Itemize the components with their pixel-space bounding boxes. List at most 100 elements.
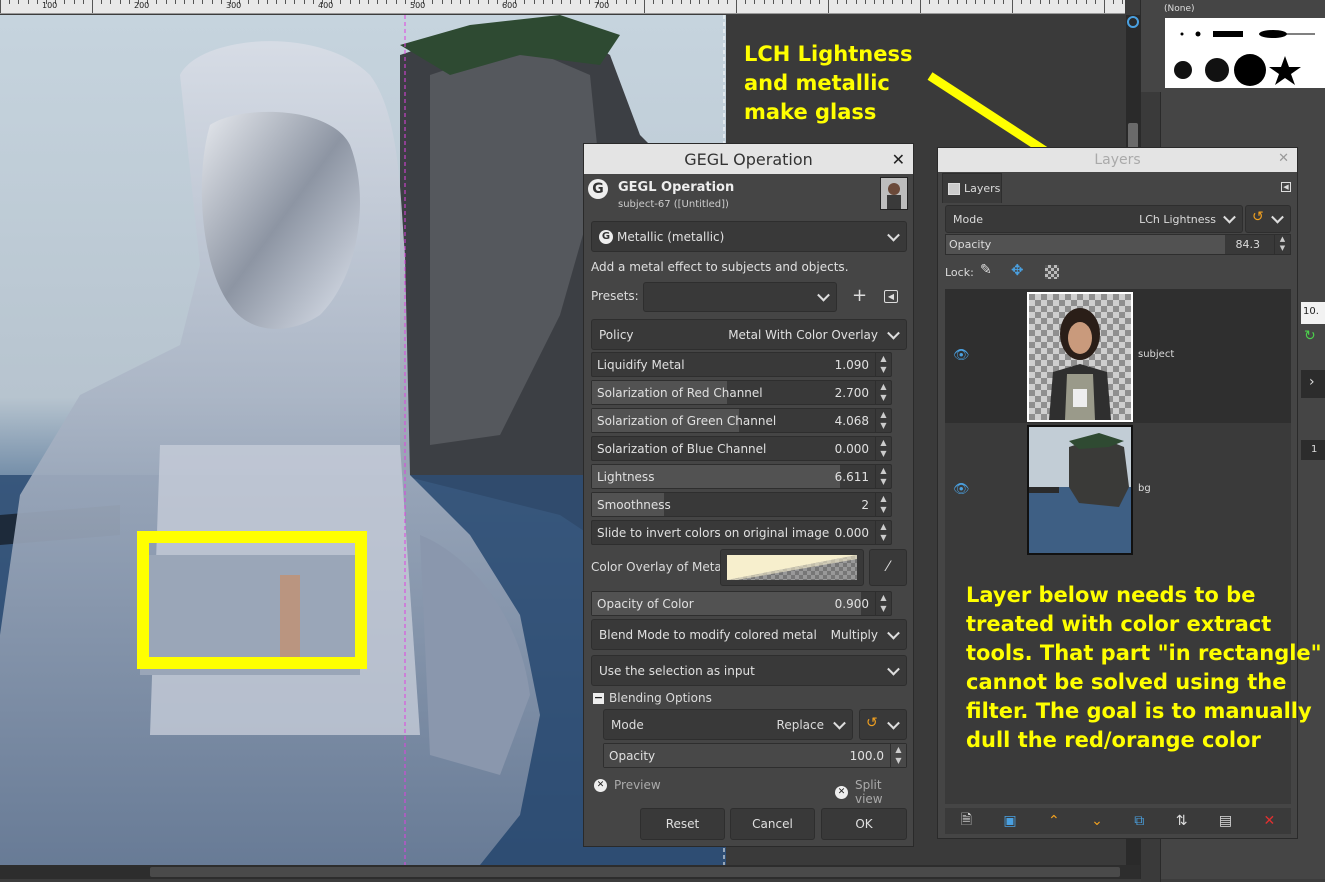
composite-mode-button[interactable]: ↺ xyxy=(859,709,907,740)
color-picker-icon[interactable]: ⁄ xyxy=(869,549,907,586)
layer-thumbnail xyxy=(880,177,908,210)
operation-combo[interactable]: G Metallic (metallic) xyxy=(591,221,907,252)
eye-icon[interactable]: 👁 xyxy=(953,482,970,497)
duplicate-layer-icon[interactable]: ⧉ xyxy=(1134,813,1144,829)
dialog-titlebar[interactable]: GEGL Operation ✕ xyxy=(584,144,913,174)
gegl-operation-dialog: GEGL Operation ✕ G GEGL Operation subjec… xyxy=(583,143,914,847)
ruler-tick xyxy=(846,0,848,4)
raise-layer-icon[interactable]: ⌃ xyxy=(1048,813,1060,829)
lock-label: Lock: xyxy=(945,266,974,279)
spin-buttons[interactable]: ▲ ▼ xyxy=(875,493,891,516)
presets-label: Presets: xyxy=(591,289,639,303)
spin-buttons[interactable]: ▲ ▼ xyxy=(875,465,891,488)
dialog-title: GEGL Operation xyxy=(684,149,813,169)
layer-row[interactable]: 👁 bg xyxy=(945,423,1291,557)
param-slider[interactable]: Smoothness 2 ▲ ▼ xyxy=(591,492,892,517)
eye-icon[interactable]: 👁 xyxy=(953,348,970,363)
layer-composite-button[interactable]: ↺ xyxy=(1245,205,1291,233)
new-group-icon[interactable]: ▣ xyxy=(1003,813,1016,829)
hscroll-thumb[interactable] xyxy=(150,867,1120,877)
ok-button[interactable]: OK xyxy=(821,808,907,840)
ruler-tick xyxy=(1076,0,1078,4)
spin-buttons[interactable]: ▲ ▼ xyxy=(875,521,891,544)
add-preset-icon[interactable]: + xyxy=(852,285,867,306)
slider-label: Solarization of Blue Channel xyxy=(597,441,767,456)
close-icon[interactable]: ✕ xyxy=(1278,151,1289,166)
merge-layer-icon[interactable]: ⇅ xyxy=(1176,813,1188,829)
policy-combo[interactable]: Policy Metal With Color Overlay xyxy=(591,319,907,350)
ruler-tick xyxy=(156,0,158,4)
ruler-tick xyxy=(450,0,452,4)
refresh-icon[interactable]: ↻ xyxy=(1304,328,1316,344)
delete-layer-icon[interactable]: ✕ xyxy=(1263,813,1275,829)
opacity-of-color-slider[interactable]: Opacity of Color 0.900 ▲ ▼ xyxy=(591,591,892,616)
layer-name[interactable]: subject xyxy=(1138,349,1174,360)
chevron-down-icon xyxy=(1223,210,1236,224)
layers-titlebar[interactable]: Layers ✕ xyxy=(938,148,1297,172)
preview-checkbox[interactable]: ✕ Preview xyxy=(594,778,661,792)
checkbox-icon: ✕ xyxy=(594,778,607,792)
collapse-icon[interactable]: − xyxy=(593,692,604,704)
presets-combo[interactable] xyxy=(643,282,837,312)
ruler-tick xyxy=(699,0,701,4)
layer-thumbnail[interactable] xyxy=(1027,425,1133,555)
layer-name[interactable]: bg xyxy=(1138,483,1151,494)
lock-alpha-icon[interactable] xyxy=(1045,265,1059,279)
ruler-tick xyxy=(349,0,351,4)
mode-combo[interactable]: Mode Replace xyxy=(603,709,853,740)
param-slider[interactable]: Solarization of Red Channel 2.700 ▲ ▼ xyxy=(591,380,892,405)
layer-thumbnail[interactable] xyxy=(1027,292,1133,422)
ruler-tick xyxy=(1039,0,1041,4)
ruler-tick xyxy=(763,0,765,4)
spin-buttons[interactable]: ▲ ▼ xyxy=(875,437,891,460)
new-layer-icon[interactable]: 🗎 xyxy=(961,809,972,833)
spin-buttons[interactable]: ▲ ▼ xyxy=(890,744,906,767)
chevron-down-icon xyxy=(833,716,846,730)
split-view-checkbox[interactable]: ✕ Split view xyxy=(835,778,913,806)
ruler-tick xyxy=(128,0,130,4)
lock-pixels-icon[interactable]: ✎ xyxy=(980,262,992,278)
spin-buttons[interactable]: ▲ ▼ xyxy=(1274,235,1290,254)
selection-input-combo[interactable]: Use the selection as input xyxy=(591,655,907,686)
blending-options-label[interactable]: Blending Options xyxy=(609,691,712,705)
chevron-right-icon[interactable]: › xyxy=(1301,370,1325,398)
lock-position-icon[interactable]: ✥ xyxy=(1011,261,1024,279)
ruler-tick xyxy=(119,0,121,4)
spin-buttons[interactable]: ▲ ▼ xyxy=(875,409,891,432)
ruler-tick xyxy=(726,0,728,4)
horizontal-ruler[interactable]: 100 200 300 400 500 600 700 xyxy=(0,0,1125,14)
brush-grid[interactable] xyxy=(1165,18,1325,88)
param-slider[interactable]: Slide to invert colors on original image… xyxy=(591,520,892,545)
mode-label: Mode xyxy=(953,212,983,226)
ruler-tick xyxy=(708,0,710,4)
opacity-slider[interactable]: Opacity 100.0 ▲ ▼ xyxy=(603,743,907,768)
horizontal-scrollbar[interactable] xyxy=(0,865,1140,879)
dock-value-field[interactable]: 10. xyxy=(1301,302,1325,324)
layer-opacity-slider[interactable]: Opacity 84.3 ▲ ▼ xyxy=(945,234,1291,255)
tab-layers[interactable]: Layers xyxy=(942,173,1002,203)
tab-menu-icon[interactable]: ◀ xyxy=(1281,182,1291,192)
cancel-button[interactable]: Cancel xyxy=(730,808,815,840)
ruler-tick xyxy=(947,0,949,4)
preset-menu-icon[interactable]: ◀ xyxy=(884,290,898,303)
param-slider[interactable]: Solarization of Green Channel 4.068 ▲ ▼ xyxy=(591,408,892,433)
param-slider[interactable]: Liquidify Metal 1.090 ▲ ▼ xyxy=(591,352,892,377)
mask-layer-icon[interactable]: ▤ xyxy=(1219,813,1232,829)
blend-mode-combo[interactable]: Blend Mode to modify colored metal Multi… xyxy=(591,619,907,650)
param-slider[interactable]: Lightness 6.611 ▲ ▼ xyxy=(591,464,892,489)
color-overlay-button[interactable] xyxy=(720,549,864,586)
navigate-icon[interactable] xyxy=(1127,16,1139,28)
lower-layer-icon[interactable]: ⌄ xyxy=(1091,813,1103,829)
reset-button[interactable]: Reset xyxy=(640,808,725,840)
param-slider[interactable]: Solarization of Blue Channel 0.000 ▲ ▼ xyxy=(591,436,892,461)
layer-row[interactable]: 👁 subject xyxy=(945,289,1291,423)
ruler-tick xyxy=(920,0,921,13)
chevron-down-icon xyxy=(887,716,900,730)
ruler-tick xyxy=(938,0,940,4)
close-icon[interactable]: ✕ xyxy=(892,150,905,169)
ruler-tick xyxy=(285,0,287,4)
layer-mode-combo[interactable]: Mode LCh Lightness xyxy=(945,205,1243,233)
spin-buttons[interactable]: ▲ ▼ xyxy=(875,381,891,404)
spin-buttons[interactable]: ▲ ▼ xyxy=(875,592,891,615)
spin-buttons[interactable]: ▲ ▼ xyxy=(875,353,891,376)
